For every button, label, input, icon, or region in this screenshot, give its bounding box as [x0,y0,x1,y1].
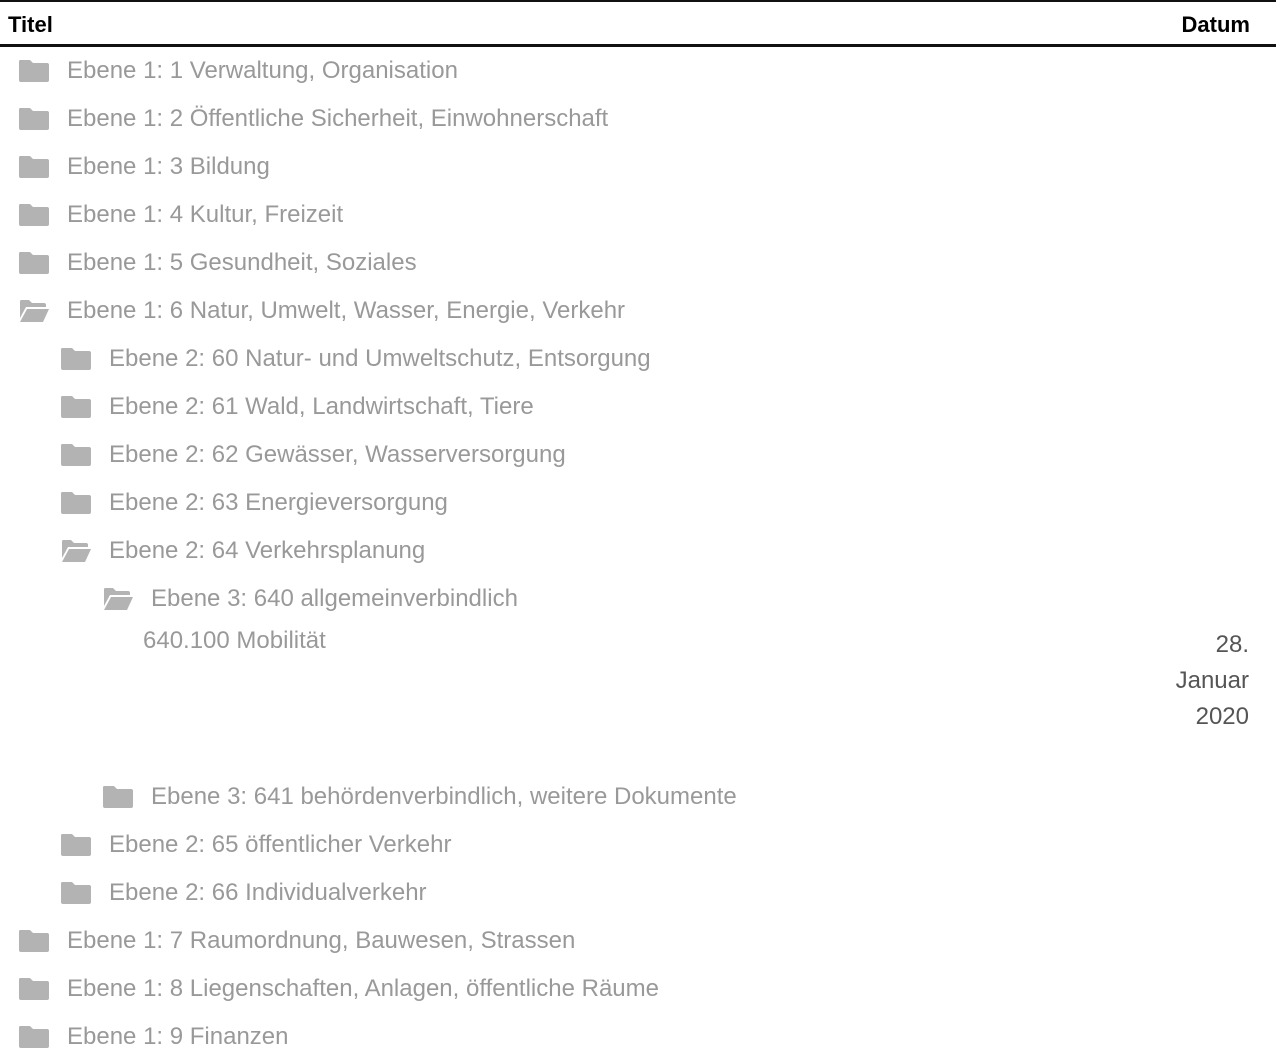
tree-item-ebene3-640[interactable]: Ebene 3: 640 allgemeinverbindlich [0,575,1276,623]
tree-item-label: Ebene 2: 63 Energieversorgung [109,489,448,516]
folder-closed-icon [60,880,92,906]
column-header-datum[interactable]: Datum [1182,12,1250,38]
tree-item-ebene1-9[interactable]: Ebene 1: 9 Finanzen [0,1013,1276,1061]
tree-item-label: Ebene 1: 2 Öffentliche Sicherheit, Einwo… [67,105,609,132]
table-header: Titel Datum [0,0,1276,47]
tree-item-ebene2-64[interactable]: Ebene 2: 64 Verkehrsplanung [0,527,1276,575]
tree-item-label: Ebene 1: 6 Natur, Umwelt, Wasser, Energi… [67,297,626,324]
date-month: Januar [1175,667,1249,694]
tree-item-ebene2-60[interactable]: Ebene 2: 60 Natur- und Umweltschutz, Ent… [0,335,1276,383]
folder-closed-icon [60,346,92,372]
tree-item-label: Ebene 1: 8 Liegenschaften, Anlagen, öffe… [67,975,659,1002]
tree-item-ebene2-66[interactable]: Ebene 2: 66 Individualverkehr [0,869,1276,917]
tree-item-ebene2-63[interactable]: Ebene 2: 63 Energieversorgung [0,479,1276,527]
tree-item-ebene3-641[interactable]: Ebene 3: 641 behördenverbindlich, weiter… [0,773,1276,821]
tree-item-ebene1-8[interactable]: Ebene 1: 8 Liegenschaften, Anlagen, öffe… [0,965,1276,1013]
folder-open-icon [60,538,92,564]
date-day: 28. [1215,631,1249,658]
tree-item-label: Ebene 1: 1 Verwaltung, Organisation [67,57,458,84]
tree-item-ebene1-5[interactable]: Ebene 1: 5 Gesundheit, Soziales [0,239,1276,287]
folder-open-icon [102,586,134,612]
folder-closed-icon [18,976,50,1002]
tree-item-label: Ebene 1: 4 Kultur, Freizeit [67,201,344,228]
tree-item-ebene1-4[interactable]: Ebene 1: 4 Kultur, Freizeit [0,191,1276,239]
tree-item-label: Ebene 2: 64 Verkehrsplanung [109,537,426,564]
folder-closed-icon [18,202,50,228]
folder-closed-icon [60,394,92,420]
document-link-mobilitaet[interactable]: 640.100 Mobilität [143,627,326,655]
folder-closed-icon [18,58,50,84]
tree-item-ebene1-6[interactable]: Ebene 1: 6 Natur, Umwelt, Wasser, Energi… [0,287,1276,335]
tree-item-ebene1-7[interactable]: Ebene 1: 7 Raumordnung, Bauwesen, Strass… [0,917,1276,965]
date-year: 2020 [1195,703,1249,730]
folder-closed-icon [60,442,92,468]
folder-closed-icon [60,832,92,858]
folder-closed-icon [18,154,50,180]
folder-open-icon [18,298,50,324]
folder-closed-icon [18,928,50,954]
tree-item-label: Ebene 3: 641 behördenverbindlich, weiter… [151,783,737,810]
tree-item-label: Ebene 1: 3 Bildung [67,153,270,180]
folder-closed-icon [102,784,134,810]
tree-item-label: Ebene 1: 9 Finanzen [67,1023,289,1050]
column-header-titel[interactable]: Titel [8,12,53,38]
folder-tree: Ebene 1: 1 Verwaltung, Organisation Eben… [0,47,1276,1061]
tree-item-ebene2-61[interactable]: Ebene 2: 61 Wald, Landwirtschaft, Tiere [0,383,1276,431]
tree-item-ebene2-62[interactable]: Ebene 2: 62 Gewässer, Wasserversorgung [0,431,1276,479]
tree-item-ebene2-65[interactable]: Ebene 2: 65 öffentlicher Verkehr [0,821,1276,869]
tree-item-label: Ebene 1: 5 Gesundheit, Soziales [67,249,417,276]
document-date: 28. Januar 2020 [1176,627,1249,735]
tree-item-label: Ebene 3: 640 allgemeinverbindlich [151,585,518,612]
tree-item-label: Ebene 2: 66 Individualverkehr [109,879,427,906]
tree-item-label: Ebene 2: 60 Natur- und Umweltschutz, Ent… [109,345,651,372]
tree-item-label: Ebene 2: 65 öffentlicher Verkehr [109,831,452,858]
tree-item-label: Ebene 1: 7 Raumordnung, Bauwesen, Strass… [67,927,576,954]
folder-closed-icon [18,106,50,132]
folder-closed-icon [18,1024,50,1050]
folder-closed-icon [60,490,92,516]
tree-item-ebene1-1[interactable]: Ebene 1: 1 Verwaltung, Organisation [0,47,1276,95]
document-row: 640.100 Mobilität 28. Januar 2020 [0,623,1276,773]
tree-item-ebene1-3[interactable]: Ebene 1: 3 Bildung [0,143,1276,191]
tree-item-ebene1-2[interactable]: Ebene 1: 2 Öffentliche Sicherheit, Einwo… [0,95,1276,143]
folder-closed-icon [18,250,50,276]
tree-item-label: Ebene 2: 61 Wald, Landwirtschaft, Tiere [109,393,534,420]
tree-item-label: Ebene 2: 62 Gewässer, Wasserversorgung [109,441,566,468]
